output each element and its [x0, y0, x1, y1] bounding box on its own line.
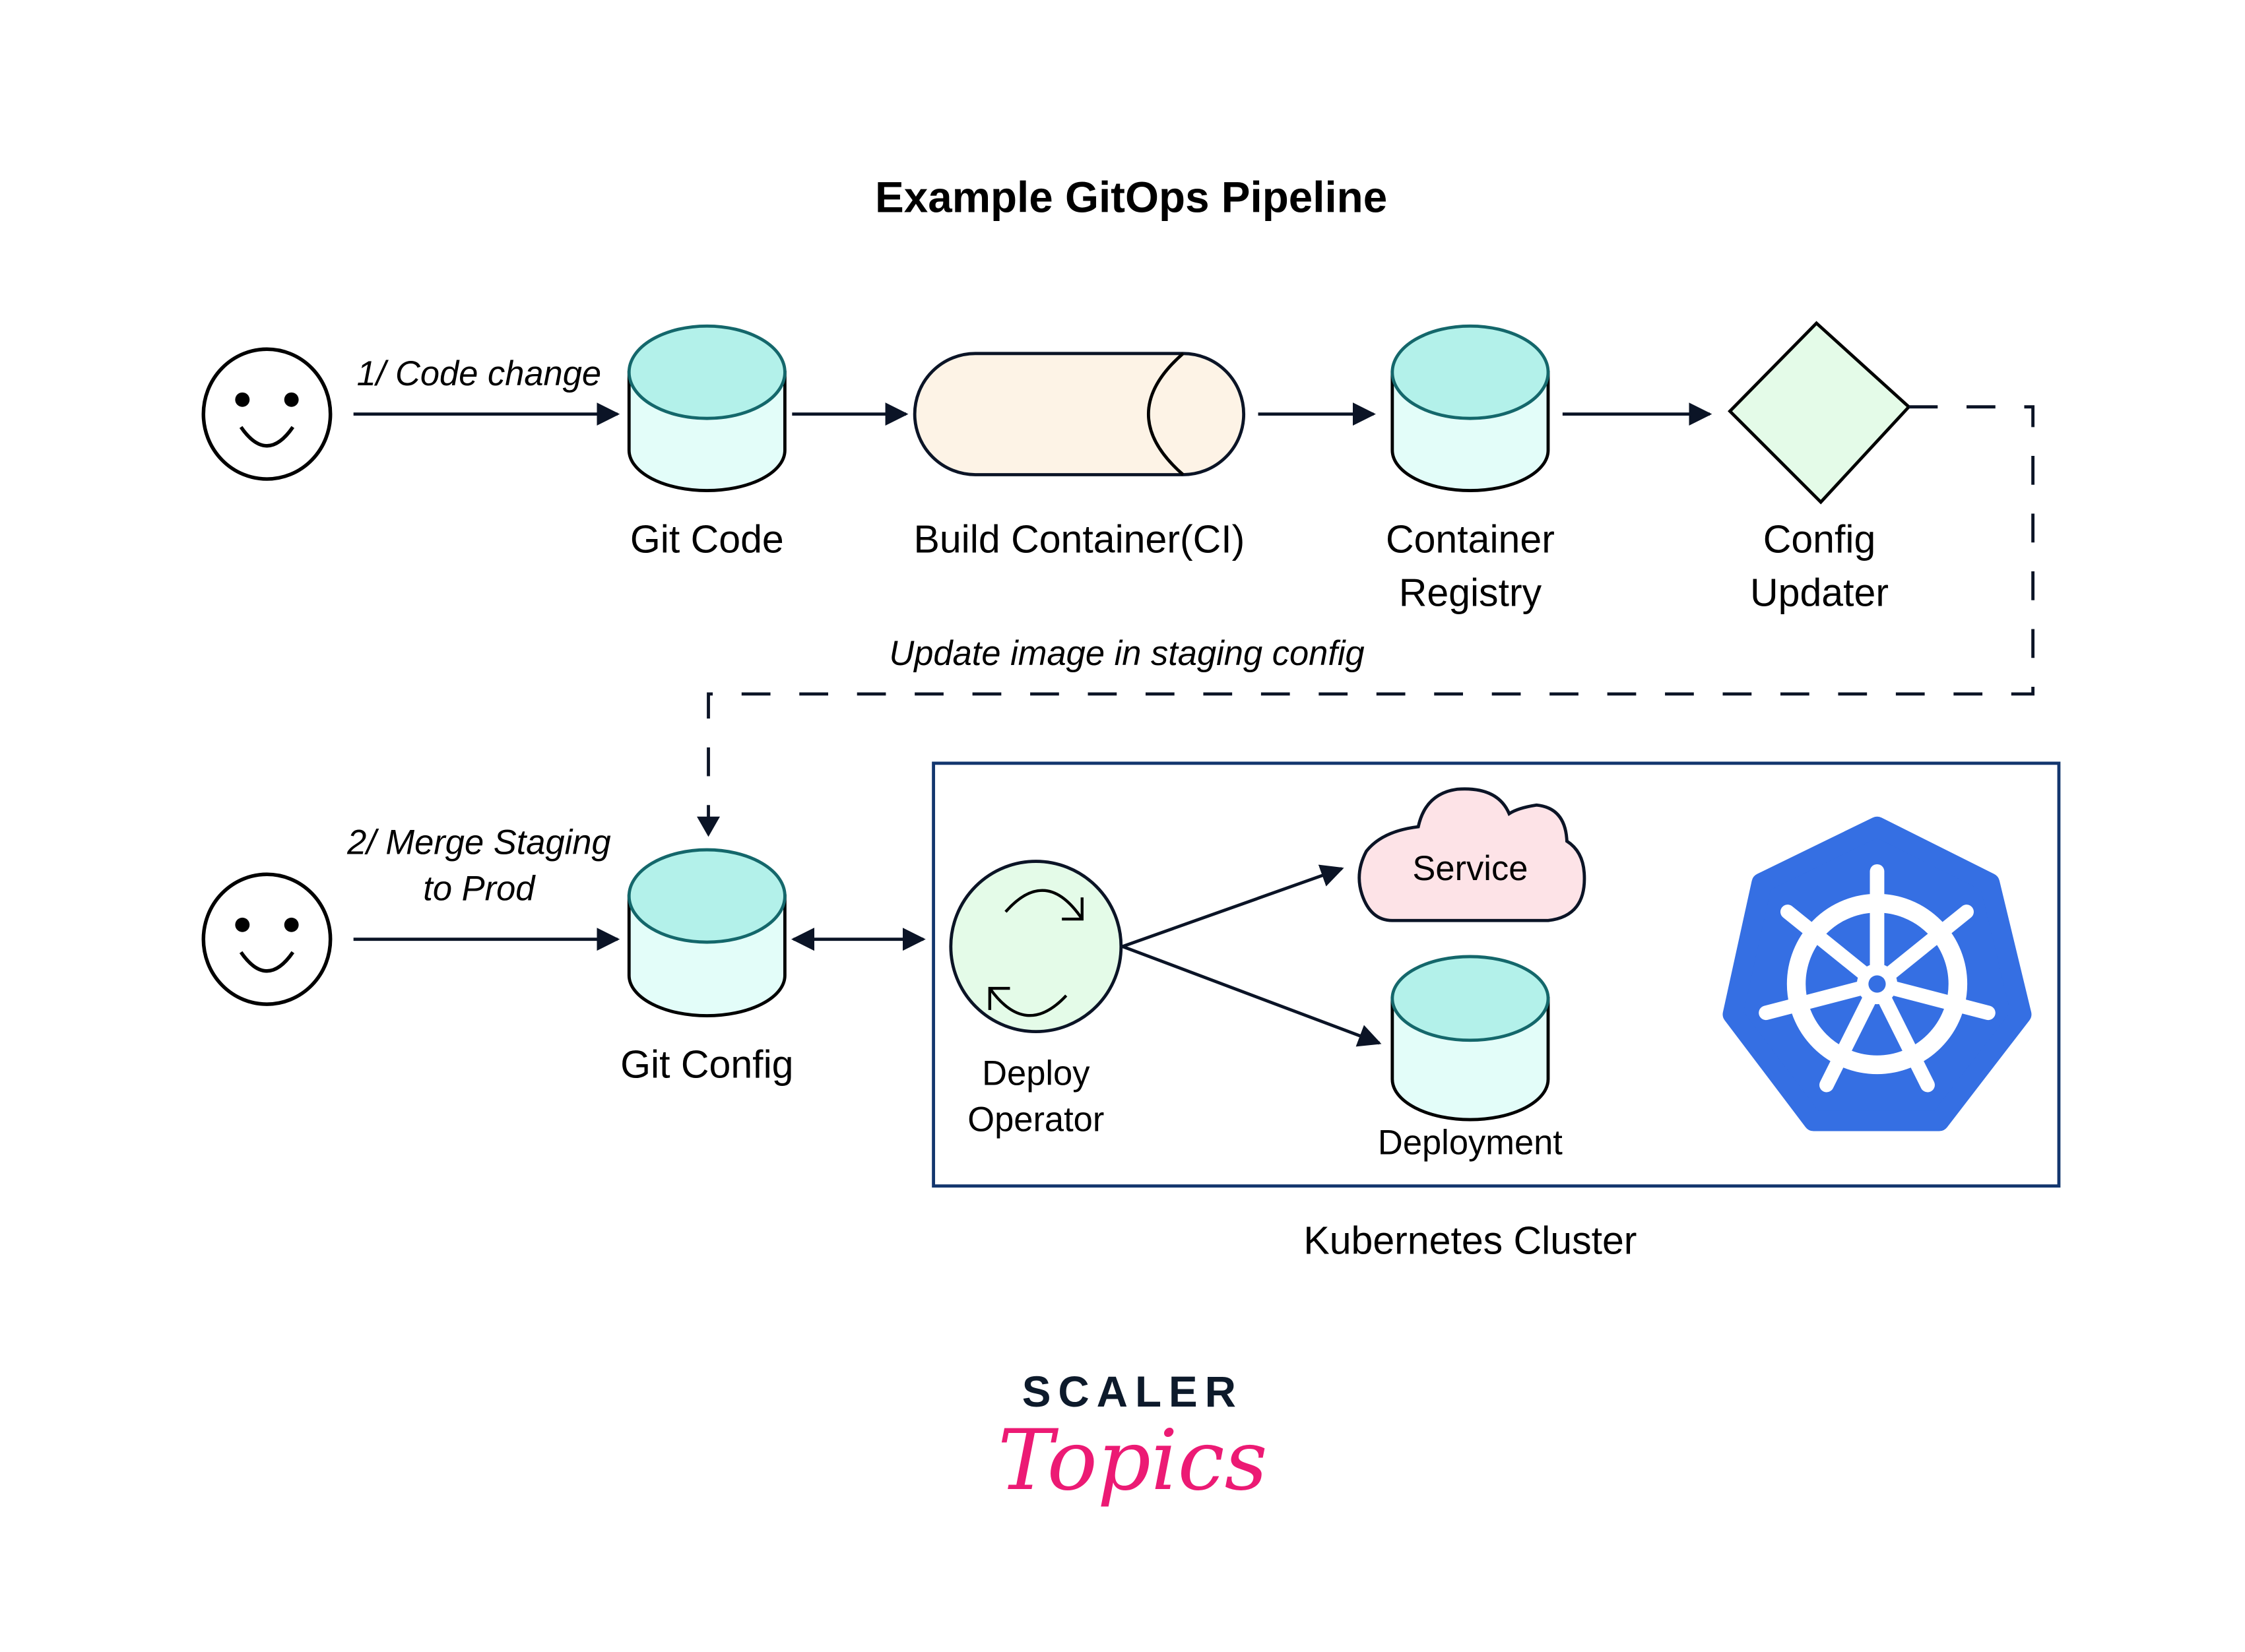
label-git-config: Git Config: [620, 1043, 793, 1087]
label-deployment: Deployment: [1378, 1124, 1563, 1162]
edge-label-code-change: 1/ Code change: [357, 355, 601, 393]
label-config-updater-1: Config: [1763, 518, 1876, 561]
brand-topics-text: Topics: [998, 1411, 1268, 1509]
label-container-registry-2: Registry: [1399, 571, 1542, 614]
smiley-eye-icon: [284, 392, 299, 407]
smiley-eye-icon: [235, 392, 250, 407]
node-deployment: Deployment: [1378, 955, 1563, 1162]
edge-label-merge-2: to Prod: [423, 870, 536, 908]
arrowhead-down-icon: [697, 816, 721, 837]
label-git-code: Git Code: [630, 518, 784, 561]
gitops-diagram: Example GitOps Pipeline 1/ Code change G…: [201, 173, 2061, 1509]
label-deploy-operator-1: Deploy: [982, 1055, 1090, 1093]
kubernetes-logo-icon: [1722, 816, 2032, 1131]
node-config-updater: Config Updater: [1728, 321, 1911, 614]
actor-developer-1: [201, 347, 333, 481]
node-git-code: Git Code: [627, 324, 787, 561]
label-service: Service: [1412, 850, 1528, 888]
label-kubernetes-cluster: Kubernetes Cluster: [1303, 1219, 1637, 1262]
label-config-updater-2: Updater: [1750, 571, 1889, 614]
node-git-config: Git Config: [620, 848, 794, 1087]
diagram-title: Example GitOps Pipeline: [875, 173, 1387, 221]
node-build-container: Build Container(CI): [913, 352, 1245, 561]
label-container-registry-1: Container: [1386, 518, 1555, 561]
actor-developer-2: [201, 872, 333, 1006]
node-container-registry: Container Registry: [1386, 324, 1555, 614]
scaler-topics-logo: SCALER Topics: [998, 1368, 1268, 1509]
edge-label-merge-1: 2/ Merge Staging: [346, 824, 611, 862]
label-deploy-operator-2: Operator: [967, 1101, 1104, 1139]
label-build-container: Build Container(CI): [914, 518, 1245, 561]
smiley-eye-icon: [284, 917, 299, 932]
edge-label-update-image: Update image in staging config: [889, 635, 1364, 673]
smiley-eye-icon: [235, 917, 250, 932]
brand-scaler-text: SCALER: [1022, 1368, 1243, 1416]
